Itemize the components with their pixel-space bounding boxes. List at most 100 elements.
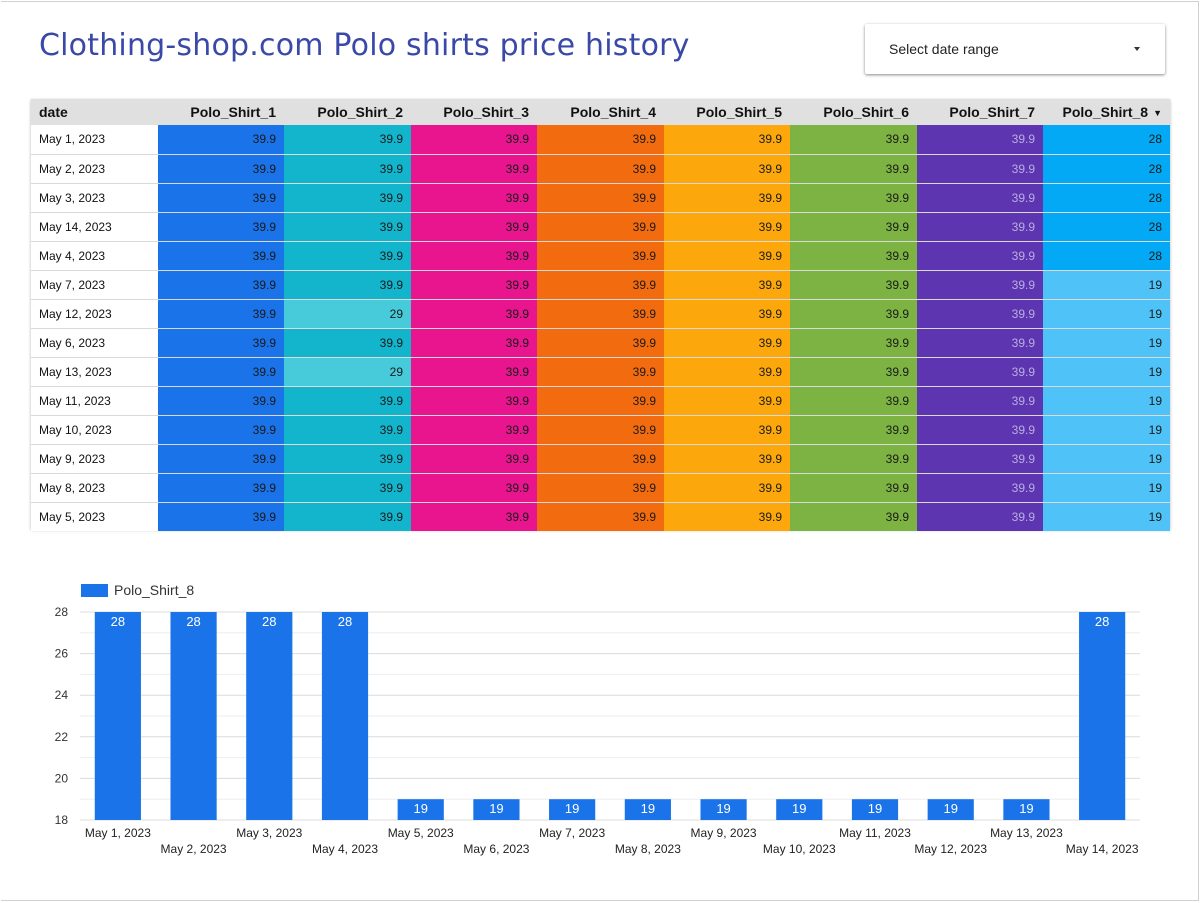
price-cell: 39.9	[537, 444, 664, 474]
x-tick-label: May 5, 2023	[388, 826, 454, 840]
price-cell: 39.9	[411, 299, 537, 329]
price-cell: 39.9	[790, 386, 917, 416]
bar-data-label: 19	[792, 801, 806, 816]
bar-data-label: 19	[641, 801, 655, 816]
date-cell: May 11, 2023	[31, 386, 158, 416]
price-cell: 39.9	[664, 357, 790, 387]
table-body: May 1, 2023 39.9 39.9 39.9 39.9 39.9 39.9 39.9 2…	[31, 125, 1170, 531]
price-cell: 39.9	[917, 473, 1043, 503]
price-cell: 39.9	[158, 183, 284, 213]
bar-data-label: 19	[565, 801, 579, 816]
bar-data-label: 19	[1019, 801, 1033, 816]
x-tick-label: May 3, 2023	[236, 826, 302, 840]
price-cell: 39.9	[537, 212, 664, 242]
x-tick-label: May 13, 2023	[990, 826, 1063, 840]
date-range-control[interactable]: Select date range	[865, 24, 1165, 74]
price-cell: 19	[1043, 299, 1170, 329]
price-cell: 39.9	[158, 357, 284, 387]
price-cell: 39.9	[411, 357, 537, 387]
price-cell: 39.9	[411, 415, 537, 445]
price-cell: 19	[1043, 386, 1170, 416]
price-cell: 39.9	[664, 473, 790, 503]
column-header-polo-shirt-1[interactable]: Polo_Shirt_1	[158, 99, 284, 125]
price-cell: 39.9	[790, 183, 917, 213]
price-cell: 19	[1043, 357, 1170, 387]
column-header-label: Polo_Shirt_5	[696, 104, 782, 120]
price-cell: 19	[1043, 270, 1170, 300]
price-cell: 39.9	[284, 241, 411, 271]
price-cell: 39.9	[790, 473, 917, 503]
price-cell: 39.9	[284, 502, 411, 531]
table-row: May 9, 2023 39.9 39.9 39.9 39.9 39.9 39.9 39.9 1…	[31, 444, 1170, 474]
column-header-label: Polo_Shirt_4	[570, 104, 656, 120]
price-cell: 39.9	[917, 183, 1043, 213]
price-cell: 39.9	[664, 415, 790, 445]
price-cell: 29	[284, 299, 411, 329]
price-cell: 39.9	[158, 270, 284, 300]
x-tick-label: May 7, 2023	[539, 826, 605, 840]
bar	[94, 612, 141, 820]
price-cell: 39.9	[917, 444, 1043, 474]
table-row: May 12, 2023 39.9 29 39.9 39.9 39.9 39.9 39.9 19	[31, 299, 1170, 329]
column-header-polo-shirt-7[interactable]: Polo_Shirt_7	[917, 99, 1043, 125]
price-cell: 39.9	[790, 502, 917, 531]
bar-data-label: 28	[338, 614, 352, 629]
price-cell: 39.9	[158, 154, 284, 184]
column-header-label: Polo_Shirt_7	[949, 104, 1035, 120]
table-row: May 4, 2023 39.9 39.9 39.9 39.9 39.9 39.9 39.9 2…	[31, 241, 1170, 271]
column-header-polo-shirt-8[interactable]: Polo_Shirt_8 ▼	[1043, 99, 1170, 125]
date-cell: May 14, 2023	[31, 212, 158, 242]
table-row: May 13, 2023 39.9 29 39.9 39.9 39.9 39.9 39.9 19	[31, 357, 1170, 387]
table-row: May 8, 2023 39.9 39.9 39.9 39.9 39.9 39.9 39.9 1…	[31, 473, 1170, 503]
price-cell: 39.9	[158, 125, 284, 155]
price-cell: 39.9	[917, 241, 1043, 271]
dropdown-caret-icon	[1134, 47, 1140, 51]
x-tick-label: May 4, 2023	[312, 842, 378, 856]
x-tick-label: May 10, 2023	[763, 842, 836, 856]
y-tick-label: 24	[55, 688, 69, 702]
y-tick-label: 18	[55, 813, 69, 827]
bar-data-label: 28	[262, 614, 276, 629]
price-cell: 39.9	[917, 328, 1043, 358]
price-cell: 19	[1043, 502, 1170, 531]
y-tick-label: 20	[55, 771, 69, 785]
bar-chart: 18 20 22 24 26 28 Polo_Shirt_8 28 May 1, 2023 28 M…	[40, 572, 1160, 872]
price-cell: 39.9	[537, 270, 664, 300]
price-cell: 39.9	[537, 502, 664, 531]
price-cell: 28	[1043, 125, 1170, 155]
bar-data-label: 19	[868, 801, 882, 816]
column-header-polo-shirt-5[interactable]: Polo_Shirt_5	[664, 99, 790, 125]
price-cell: 39.9	[284, 212, 411, 242]
y-tick-label: 22	[55, 730, 69, 744]
price-cell: 39.9	[790, 270, 917, 300]
date-range-label: Select date range	[889, 41, 999, 57]
price-cell: 39.9	[411, 473, 537, 503]
sort-descending-icon[interactable]: ▼	[1153, 108, 1162, 118]
bar	[170, 612, 217, 820]
date-cell: May 10, 2023	[31, 415, 158, 445]
price-cell: 39.9	[664, 270, 790, 300]
column-header-polo-shirt-2[interactable]: Polo_Shirt_2	[284, 99, 411, 125]
price-cell: 39.9	[790, 212, 917, 242]
date-cell: May 12, 2023	[31, 299, 158, 329]
column-header-date[interactable]: date	[31, 99, 158, 125]
price-cell: 39.9	[411, 212, 537, 242]
column-header-polo-shirt-6[interactable]: Polo_Shirt_6	[790, 99, 917, 125]
price-cell: 39.9	[158, 328, 284, 358]
price-cell: 39.9	[537, 154, 664, 184]
column-header-polo-shirt-4[interactable]: Polo_Shirt_4	[537, 99, 664, 125]
price-cell: 39.9	[158, 299, 284, 329]
price-cell: 39.9	[537, 386, 664, 416]
legend-swatch	[81, 584, 108, 597]
y-tick-label: 26	[55, 647, 69, 661]
table-row: May 2, 2023 39.9 39.9 39.9 39.9 39.9 39.9 39.9 2…	[31, 154, 1170, 184]
table-row: May 14, 2023 39.9 39.9 39.9 39.9 39.9 39.9 39.9…	[31, 212, 1170, 242]
price-cell: 39.9	[790, 125, 917, 155]
column-header-label: Polo_Shirt_1	[190, 104, 276, 120]
price-cell: 19	[1043, 444, 1170, 474]
price-cell: 39.9	[537, 473, 664, 503]
column-header-polo-shirt-3[interactable]: Polo_Shirt_3	[411, 99, 537, 125]
date-cell: May 6, 2023	[31, 328, 158, 358]
x-tick-label: May 6, 2023	[463, 842, 529, 856]
bar	[321, 612, 369, 820]
